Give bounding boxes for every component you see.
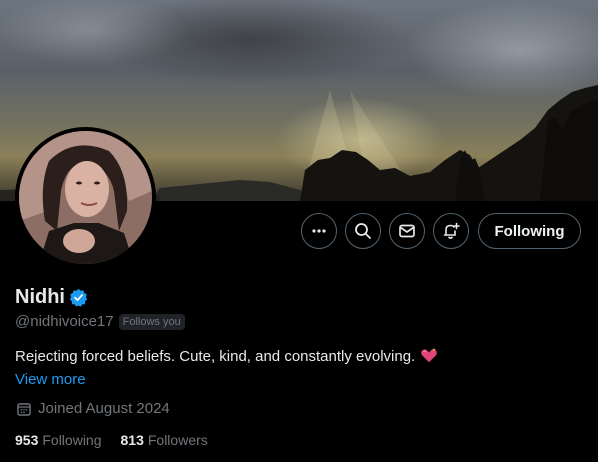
message-button[interactable]: [389, 213, 425, 249]
followers-label: Followers: [147, 432, 208, 448]
handle-row: @nidhivoice17 Follows you: [15, 313, 185, 330]
following-count: 953: [15, 432, 39, 448]
more-button[interactable]: [301, 213, 337, 249]
notifications-button[interactable]: [433, 213, 469, 249]
followers-count: 813: [120, 432, 144, 448]
bell-plus-icon: [443, 222, 460, 239]
view-more-link[interactable]: View more: [15, 371, 86, 388]
display-name: Nidhi: [15, 286, 65, 308]
verified-badge-icon[interactable]: [69, 288, 88, 307]
joined-date: Joined August 2024: [38, 400, 170, 417]
follows-you-badge: Follows you: [118, 313, 185, 330]
name-row: Nidhi: [15, 286, 88, 309]
joined-row: Joined August 2024: [16, 400, 170, 417]
following-button[interactable]: Following: [478, 213, 581, 249]
followers-stat[interactable]: 813 Followers: [121, 432, 208, 448]
sparkling-heart-icon: [421, 347, 438, 363]
search-icon: [355, 223, 371, 239]
more-dots-icon: [312, 229, 326, 233]
user-handle: @nidhivoice17: [15, 313, 114, 330]
profile-avatar[interactable]: [15, 127, 156, 268]
calendar-icon: [17, 402, 31, 416]
search-profile-button[interactable]: [345, 213, 381, 249]
following-stat[interactable]: 953 Following: [15, 432, 102, 448]
follow-stats: 953 Following 813 Followers: [15, 432, 227, 448]
profile-bio: Rejecting forced beliefs. Cute, kind, an…: [15, 347, 438, 365]
envelope-icon: [399, 224, 415, 238]
following-label: Following: [42, 432, 102, 448]
bio-text: Rejecting forced beliefs. Cute, kind, an…: [15, 347, 416, 365]
avatar-photo: [19, 131, 152, 264]
